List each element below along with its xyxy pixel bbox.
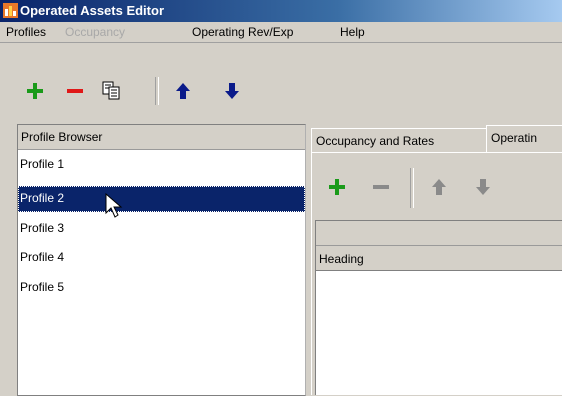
menu-help[interactable]: Help — [340, 25, 365, 39]
tab-label: Occupancy and Rates — [316, 134, 435, 148]
move-up-icon[interactable] — [172, 80, 194, 102]
column-heading-label: Heading — [319, 252, 364, 266]
tab-operating[interactable]: Operatin — [486, 125, 562, 153]
profile-item-5[interactable]: Profile 5 — [18, 275, 305, 301]
window-title: Operated Assets Editor — [20, 3, 165, 18]
add-icon[interactable] — [24, 80, 46, 102]
move-down-icon[interactable] — [221, 80, 243, 102]
profile-item-label: Profile 5 — [20, 280, 65, 294]
menu-bar: Profiles Occupancy Operating Rev/Exp Hel… — [0, 22, 562, 43]
profile-browser: Profile Browser Profile 1 Profile 2 Prof… — [17, 124, 306, 396]
profile-item-label: Profile 2 — [20, 191, 65, 205]
profile-item-3[interactable]: Profile 3 — [18, 216, 305, 242]
profile-browser-title: Profile Browser — [21, 130, 103, 144]
detail-table: Heading — [315, 220, 562, 395]
menu-operating-rev-exp[interactable]: Operating Rev/Exp — [192, 25, 293, 39]
profile-browser-header: Profile Browser — [18, 125, 305, 150]
add-icon[interactable] — [326, 176, 348, 198]
app-icon — [3, 3, 18, 18]
move-down-icon[interactable] — [472, 176, 494, 198]
menu-profiles[interactable]: Profiles — [6, 25, 46, 39]
remove-icon[interactable] — [64, 80, 86, 102]
table-group-header — [316, 221, 562, 246]
menu-occupancy[interactable]: Occupancy — [65, 25, 125, 39]
profile-item-label: Profile 3 — [20, 221, 65, 235]
profile-item-1[interactable]: Profile 1 — [18, 152, 305, 178]
inner-toolbar-separator — [410, 168, 414, 208]
remove-icon[interactable] — [370, 176, 392, 198]
tab-occupancy-and-rates[interactable]: Occupancy and Rates — [311, 128, 487, 153]
profile-item-2[interactable]: Profile 2 — [18, 186, 305, 212]
profile-item-label: Profile 4 — [20, 250, 65, 264]
toolbar-separator — [155, 77, 159, 105]
profile-item-4[interactable]: Profile 4 — [18, 245, 305, 271]
title-bar: Operated Assets Editor — [0, 0, 562, 22]
main-toolbar — [0, 43, 562, 119]
tab-label: Operatin — [491, 131, 538, 145]
move-up-icon[interactable] — [428, 176, 450, 198]
table-column-header[interactable]: Heading — [316, 246, 562, 271]
mouse-cursor-icon — [105, 193, 123, 218]
copy-icon[interactable] — [100, 79, 122, 101]
profile-item-label: Profile 1 — [20, 157, 65, 171]
